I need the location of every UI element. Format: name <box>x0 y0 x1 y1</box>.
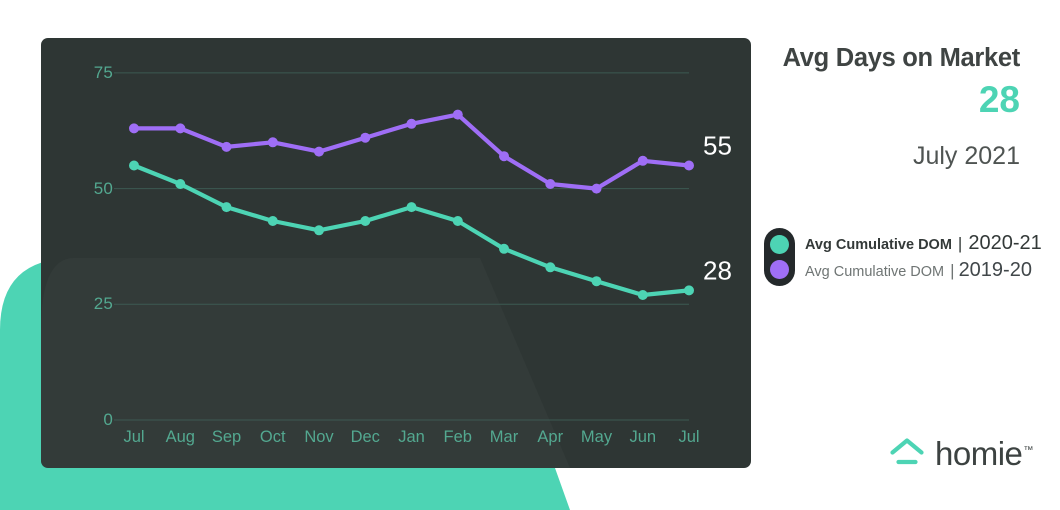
data-point[interactable] <box>545 262 556 273</box>
x-tick-label-0: Jul <box>123 428 145 446</box>
trademark-symbol: ™ <box>1023 444 1033 456</box>
legend-dot-2020-21 <box>770 235 789 254</box>
data-point[interactable] <box>684 285 694 296</box>
end-label-0: 28 <box>703 255 732 286</box>
data-point[interactable] <box>129 160 139 171</box>
brand-name: homie <box>935 434 1023 472</box>
x-tick-label-7: Feb <box>443 428 472 446</box>
data-point[interactable] <box>314 225 324 236</box>
data-point[interactable] <box>545 179 556 189</box>
legend-item-2019-20: Avg Cumulative DOM | 2019-20 <box>805 257 1042 284</box>
y-tick-label: 75 <box>93 62 113 82</box>
x-tick-label-2: Sep <box>211 428 242 446</box>
data-point[interactable] <box>221 141 232 152</box>
data-point[interactable] <box>684 160 694 171</box>
data-point[interactable] <box>360 216 371 226</box>
data-point[interactable] <box>129 123 139 134</box>
y-tick-label: 50 <box>93 178 113 198</box>
summary-panel: Avg Days on Market 28 July 2021 <box>770 44 1021 170</box>
y-tick-label: 0 <box>103 410 113 429</box>
chart-card: 0 25 50 75 Jul Aug Sep Oct Nov Dec Jan Feb Mar Apr Ma… <box>41 38 751 468</box>
brand-logo: homie™ <box>888 436 1033 470</box>
data-point[interactable] <box>591 276 602 287</box>
home-roof-icon <box>890 438 924 465</box>
legend-dot-2019-20 <box>770 260 789 279</box>
legend-separator-1: | <box>957 234 963 253</box>
x-tick-label-1: Aug <box>165 428 195 446</box>
data-point[interactable] <box>499 243 509 254</box>
x-tick-label-3: Oct <box>259 428 286 446</box>
y-tick-label: 25 <box>93 294 113 314</box>
data-point[interactable] <box>406 118 417 129</box>
legend-label-years-1: 2020-21 <box>968 232 1042 254</box>
data-point[interactable] <box>591 183 602 194</box>
data-point[interactable] <box>175 123 186 134</box>
plot-area: 0 25 50 75 Jul Aug Sep Oct Nov Dec Jan Feb Mar Apr Ma… <box>41 38 751 468</box>
x-tick-label-11: Jun <box>629 428 657 446</box>
data-point[interactable] <box>221 202 232 213</box>
x-tick-label-6: Jan <box>398 428 425 446</box>
data-point[interactable] <box>406 202 417 213</box>
infographic-root: 0 25 50 75 Jul Aug Sep Oct Nov Dec Jan Feb Mar Apr Ma… <box>0 0 1060 510</box>
brand-name-wrap: homie™ <box>935 437 1033 470</box>
data-point[interactable] <box>499 151 509 162</box>
page-title: Avg Days on Market <box>782 44 1021 72</box>
legend-rows: Avg Cumulative DOM | 2020-21 Avg Cumulat… <box>805 228 1042 286</box>
data-point[interactable] <box>637 155 648 166</box>
period-label: July 2021 <box>912 141 1020 170</box>
data-point[interactable] <box>267 216 278 226</box>
data-point[interactable] <box>360 132 371 143</box>
x-tick-label-4: Nov <box>304 428 334 446</box>
legend: Avg Cumulative DOM | 2020-21 Avg Cumulat… <box>764 228 1042 286</box>
data-point[interactable] <box>314 146 324 157</box>
data-point[interactable] <box>452 216 463 226</box>
x-tick-label-5: Dec <box>350 428 380 446</box>
x-tick-label-9: Apr <box>537 428 564 446</box>
legend-label-name-2: Avg Cumulative DOM <box>805 264 945 280</box>
x-tick-label-10: May <box>580 428 613 446</box>
legend-item-2020-21: Avg Cumulative DOM | 2020-21 <box>805 230 1042 257</box>
legend-swatch-pill <box>764 228 795 286</box>
legend-label-name-1: Avg Cumulative DOM <box>805 237 952 253</box>
data-point[interactable] <box>175 179 186 189</box>
headline-value: 28 <box>978 79 1020 121</box>
legend-label-years-2: 2019-20 <box>958 259 1032 281</box>
legend-separator-2: | <box>950 261 955 280</box>
x-tick-label-8: Mar <box>489 428 519 446</box>
data-point[interactable] <box>267 137 278 148</box>
x-tick-label-12: Jul <box>678 428 700 446</box>
end-label-1: 55 <box>703 130 732 161</box>
data-point[interactable] <box>637 290 648 300</box>
line-chart <box>114 72 694 421</box>
data-point[interactable] <box>452 109 463 120</box>
